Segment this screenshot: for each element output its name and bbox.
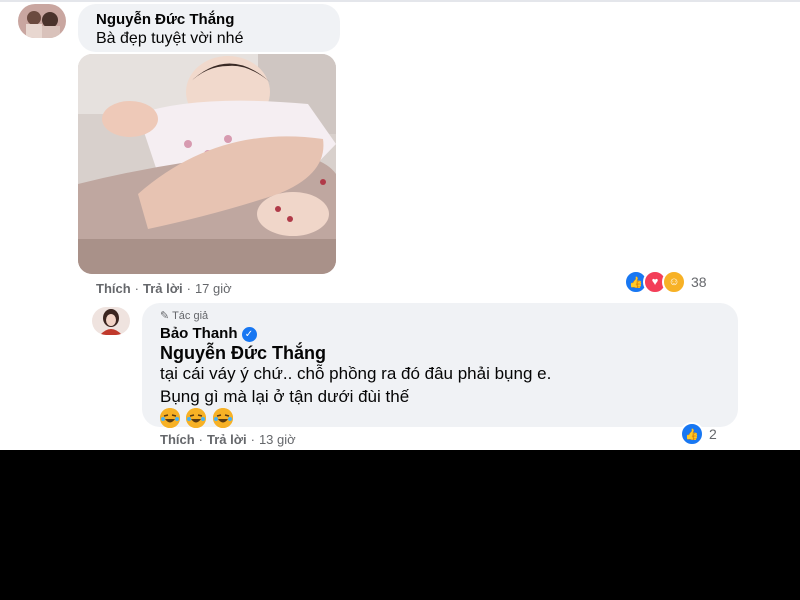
like-button[interactable]: Thích bbox=[160, 432, 195, 447]
verified-icon: ✓ bbox=[241, 326, 257, 342]
like-icon: 👍 bbox=[680, 422, 704, 446]
author-badge: ✎ Tác giả bbox=[160, 310, 209, 322]
reaction-summary[interactable]: 👍 ♥ ☺ 38 bbox=[624, 270, 707, 294]
top-divider bbox=[0, 0, 800, 2]
haha-icon: ☺ bbox=[662, 270, 686, 294]
comment-timestamp[interactable]: 17 giờ bbox=[195, 281, 232, 296]
reply-reaction-summary[interactable]: 👍 2 bbox=[680, 422, 717, 446]
reply-avatar[interactable] bbox=[92, 307, 130, 335]
reply-reaction-count: 2 bbox=[709, 426, 717, 442]
reply-button[interactable]: Trả lời bbox=[143, 281, 183, 296]
mention-link[interactable]: Nguyễn Đức Thắng bbox=[160, 343, 326, 364]
comment-actions: Thích · Trả lời · 17 giờ bbox=[96, 281, 232, 296]
reply-text-line1: tại cái váy ý chứ.. chỗ phồng ra đó đâu … bbox=[160, 364, 552, 383]
comment-bubble: Nguyễn Đức Thắng Bà đẹp tuyệt vời nhé bbox=[78, 4, 340, 52]
haha-emoji-icon bbox=[160, 408, 180, 428]
reply-timestamp[interactable]: 13 giờ bbox=[259, 432, 296, 447]
reply-text-line2: Bụng gì mà lại ở tận dưới đùi thế bbox=[160, 387, 410, 406]
reply-actions: Thích · Trả lời · 13 giờ bbox=[160, 432, 296, 447]
reaction-count: 38 bbox=[691, 274, 707, 290]
haha-emoji-icon bbox=[186, 408, 207, 428]
reply-bubble: ✎ Tác giả Bảo Thanh ✓ Nguyễn Đức Thắng tạ… bbox=[142, 303, 738, 428]
pencil-icon: ✎ bbox=[160, 310, 170, 322]
emoji-row bbox=[160, 408, 235, 428]
comment-photo[interactable] bbox=[78, 54, 336, 274]
reply-author[interactable]: Bảo Thanh ✓ bbox=[160, 325, 257, 342]
comment-text: Bà đẹp tuyệt vời nhé bbox=[96, 30, 244, 47]
avatar[interactable] bbox=[18, 4, 66, 38]
reply-button[interactable]: Trả lời bbox=[207, 432, 247, 447]
black-bar bbox=[0, 450, 800, 600]
comment-author[interactable]: Nguyễn Đức Thắng bbox=[96, 11, 234, 28]
haha-emoji-icon bbox=[212, 408, 233, 428]
like-button[interactable]: Thích bbox=[96, 281, 131, 296]
